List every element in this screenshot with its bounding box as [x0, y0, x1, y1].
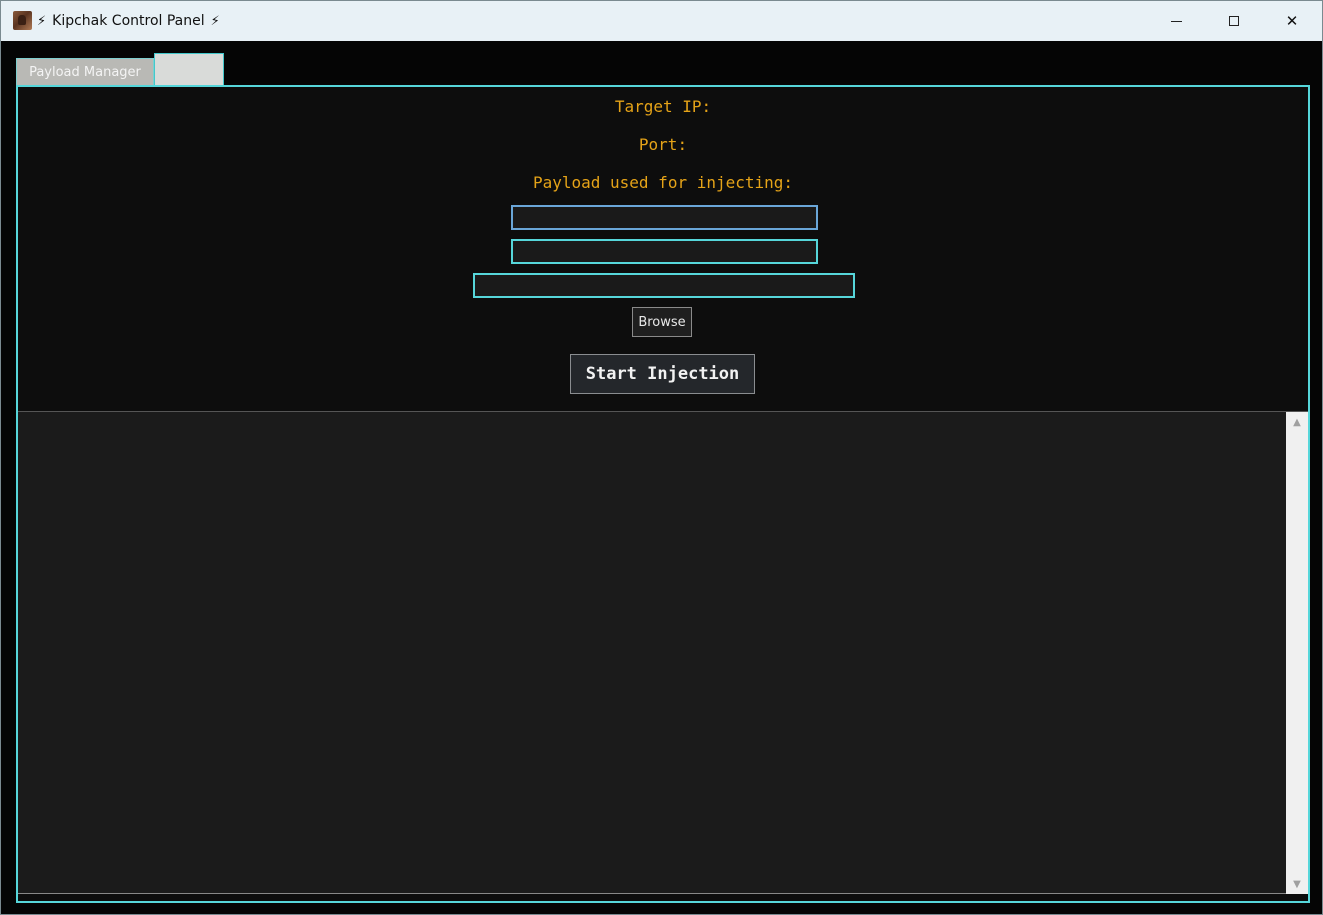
target-ip-label: Target IP:	[614, 97, 712, 116]
window-title: Kipchak Control Panel	[52, 13, 205, 29]
title-bar[interactable]: ⚡ Kipchak Control Panel ⚡ ✕	[1, 1, 1322, 41]
browse-button[interactable]: Browse	[632, 307, 692, 337]
scroll-down-icon[interactable]: ▼	[1286, 876, 1308, 892]
lightning-icon: ⚡	[37, 13, 47, 29]
log-scrollbar[interactable]: ▲ ▼	[1286, 411, 1308, 894]
maximize-button[interactable]	[1205, 1, 1263, 41]
close-icon: ✕	[1285, 12, 1299, 30]
payload-path-input[interactable]	[473, 273, 855, 298]
window-title-group: ⚡ Kipchak Control Panel ⚡	[37, 11, 220, 31]
scroll-up-icon[interactable]: ▲	[1286, 414, 1308, 430]
app-window: ⚡ Kipchak Control Panel ⚡ ✕ Payload Mana…	[0, 0, 1323, 915]
log-output[interactable]	[18, 411, 1286, 894]
tab-injector[interactable]	[154, 53, 224, 86]
payload-label: Payload used for injecting:	[532, 173, 794, 192]
target-ip-input[interactable]	[511, 205, 818, 230]
injection-panel: Target IP: Port: Payload used for inject…	[16, 85, 1310, 903]
app-logo-icon	[13, 11, 32, 30]
lightning-icon: ⚡	[210, 13, 220, 29]
start-injection-button[interactable]: Start Injection	[570, 354, 755, 394]
port-input[interactable]	[511, 239, 818, 264]
tab-label: Payload Manager	[29, 64, 141, 80]
minimize-icon	[1170, 20, 1182, 22]
maximize-icon	[1229, 16, 1239, 26]
tab-payload-manager[interactable]: Payload Manager	[16, 58, 154, 86]
close-button[interactable]: ✕	[1263, 1, 1321, 41]
minimize-button[interactable]	[1147, 1, 1205, 41]
port-label: Port:	[638, 135, 688, 154]
